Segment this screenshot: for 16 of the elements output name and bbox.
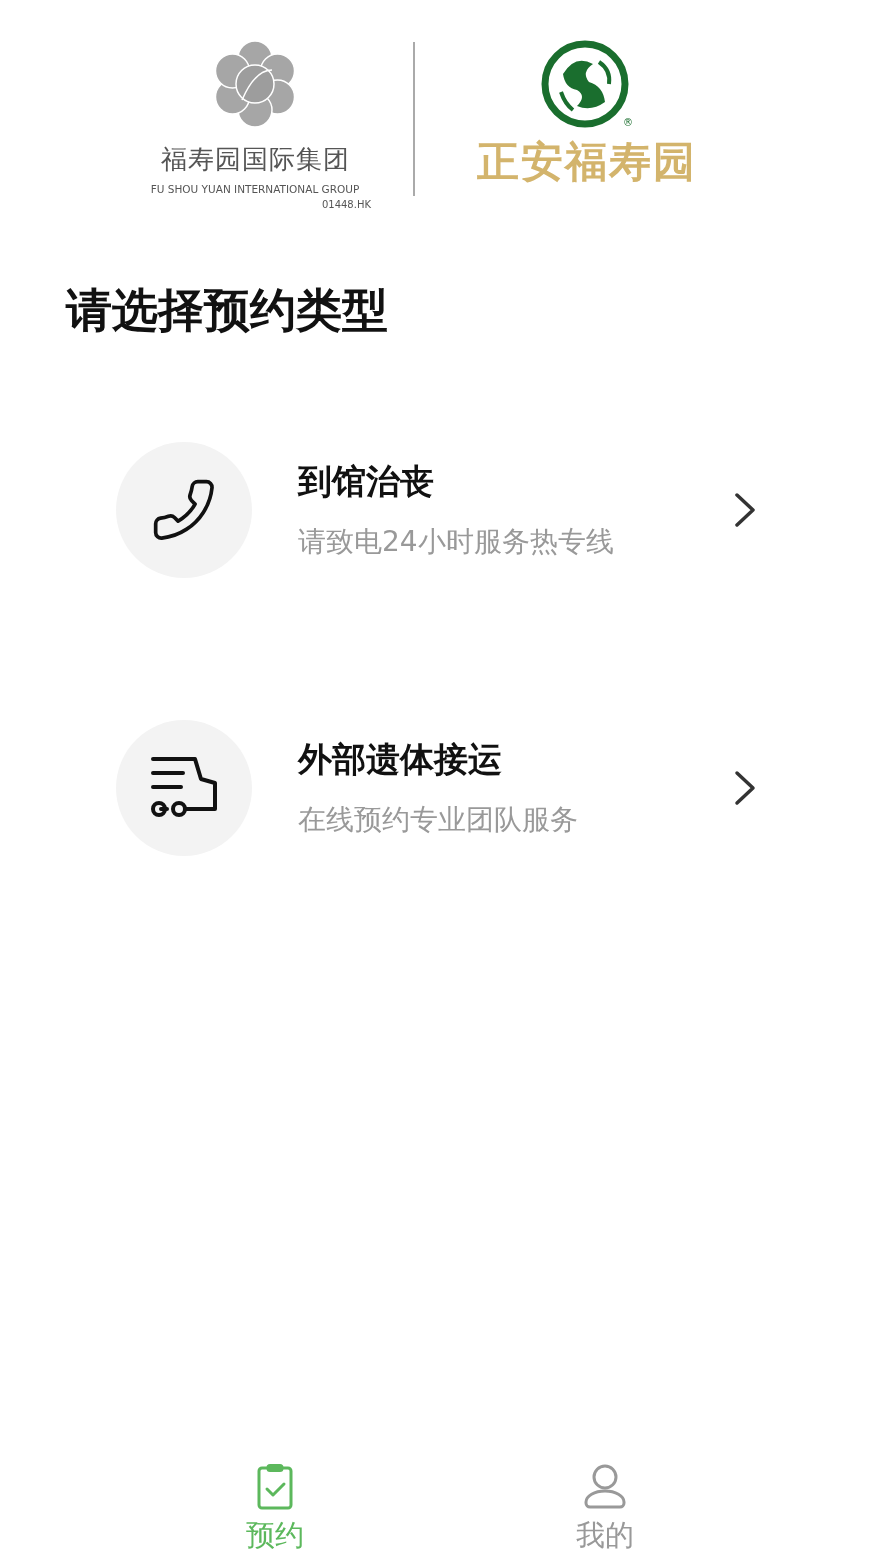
option-title: 外部遗体接运	[298, 738, 503, 781]
user-icon	[583, 1464, 627, 1510]
registered-mark: ®	[623, 117, 633, 128]
appointment-option[interactable]: 外部遗体接运 在线预约专业团队服务	[116, 720, 756, 856]
option-subtitle: 请致电24小时服务热专线	[298, 524, 615, 560]
brand-name: 正安福寿园	[477, 136, 697, 188]
group-english-name: FU SHOU YUAN INTERNATIONAL GROUP	[150, 183, 360, 195]
page-heading: 请选择预约类型	[66, 282, 389, 339]
stock-code: 01448.HK	[321, 199, 371, 210]
option-subtitle: 在线预约专业团队服务	[298, 802, 579, 838]
chevron-right-icon	[734, 492, 756, 528]
option-title: 到馆治丧	[298, 460, 435, 503]
chevron-right-icon	[734, 770, 756, 806]
appointment-option[interactable]: 到馆治丧 请致电24小时服务热专线	[116, 442, 756, 578]
clipboard-check-icon	[257, 1464, 293, 1510]
group-name: 福寿园国际集团	[160, 143, 350, 176]
